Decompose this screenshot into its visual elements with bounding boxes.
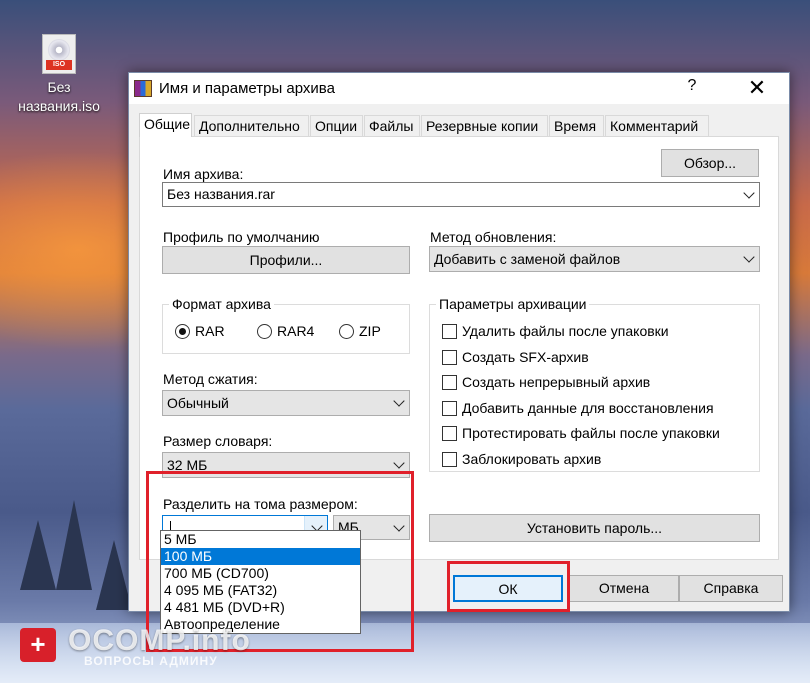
- checkbox-recovery-label[interactable]: Добавить данные для восстановления: [462, 400, 714, 416]
- radio-rar4-label[interactable]: RAR4: [277, 323, 314, 339]
- split-option[interactable]: 700 МБ (CD700): [161, 565, 360, 582]
- default-profile-label: Профиль по умолчанию: [163, 229, 320, 245]
- browse-button[interactable]: Обзор...: [661, 149, 759, 177]
- checkbox-recovery[interactable]: [442, 401, 457, 416]
- checkbox-lock-label[interactable]: Заблокировать архив: [462, 451, 601, 467]
- radio-zip-label[interactable]: ZIP: [359, 323, 381, 339]
- checkbox-solid-label[interactable]: Создать непрерывный архив: [462, 374, 650, 390]
- update-method-select[interactable]: Добавить с заменой файлов: [429, 246, 760, 272]
- archive-name-input[interactable]: Без названия.rar: [162, 182, 760, 207]
- iso-tag: ISO: [46, 60, 72, 70]
- profiles-button[interactable]: Профили...: [162, 246, 410, 274]
- checkbox-test-label[interactable]: Протестировать файлы после упаковки: [462, 425, 720, 441]
- archive-name-value: Без названия.rar: [167, 186, 275, 202]
- winrar-icon: [134, 80, 152, 97]
- iso-file-icon: ISO: [42, 34, 76, 74]
- tab-files[interactable]: Файлы: [364, 115, 420, 136]
- tree-silhouette: [20, 520, 56, 590]
- chevron-down-icon[interactable]: [393, 519, 405, 532]
- archiving-options-title: Параметры архивации: [436, 296, 590, 312]
- chevron-down-icon[interactable]: [393, 457, 405, 469]
- radio-zip[interactable]: [339, 324, 354, 339]
- desktop-icon-iso[interactable]: ISO Без названия.iso: [14, 34, 104, 116]
- split-option[interactable]: 4 481 МБ (DVD+R): [161, 599, 360, 616]
- window-title: Имя и параметры архива: [159, 80, 335, 97]
- dictionary-select[interactable]: 32 МБ: [162, 452, 410, 478]
- compression-label: Метод сжатия:: [163, 371, 258, 387]
- tab-general[interactable]: Общие: [139, 113, 192, 137]
- desktop-icon-label: Без названия.iso: [18, 79, 100, 114]
- checkbox-delete-files-label[interactable]: Удалить файлы после упаковки: [462, 323, 669, 339]
- chevron-down-icon[interactable]: [743, 186, 755, 199]
- split-option[interactable]: 4 095 МБ (FAT32): [161, 582, 360, 599]
- checkbox-sfx[interactable]: [442, 350, 457, 365]
- tree-silhouette: [96, 540, 132, 610]
- compression-value: Обычный: [167, 395, 229, 411]
- radio-rar4[interactable]: [257, 324, 272, 339]
- title-bar: Имя и параметры архива ? ✕: [129, 73, 789, 104]
- tab-time[interactable]: Время: [549, 115, 604, 136]
- archive-name-label: Имя архива:: [163, 166, 244, 182]
- checkbox-sfx-label[interactable]: Создать SFX-архив: [462, 349, 589, 365]
- ok-button[interactable]: ОК: [453, 575, 563, 602]
- split-option-selected[interactable]: 100 МБ: [161, 548, 360, 565]
- tab-options[interactable]: Опции: [310, 115, 363, 136]
- update-method-value: Добавить с заменой файлов: [434, 251, 621, 267]
- chevron-down-icon[interactable]: [393, 395, 405, 407]
- tab-advanced[interactable]: Дополнительно: [194, 115, 309, 136]
- compression-select[interactable]: Обычный: [162, 390, 410, 416]
- tab-backup[interactable]: Резервные копии: [421, 115, 548, 136]
- checkbox-delete-files[interactable]: [442, 324, 457, 339]
- set-password-button[interactable]: Установить пароль...: [429, 514, 760, 542]
- close-icon[interactable]: ✕: [729, 74, 785, 103]
- tree-silhouette: [56, 500, 92, 590]
- checkbox-lock[interactable]: [442, 452, 457, 467]
- disc-icon: [48, 39, 70, 61]
- watermark-site: OCOMP.info: [68, 624, 251, 657]
- archive-format-title: Формат архива: [169, 296, 274, 312]
- radio-rar-label[interactable]: RAR: [195, 323, 225, 339]
- update-method-label: Метод обновления:: [430, 229, 557, 245]
- radio-rar[interactable]: [175, 324, 190, 339]
- general-tab-panel: Имя архива: Обзор... Без названия.rar Пр…: [139, 136, 779, 560]
- watermark-subtitle: ВОПРОСЫ АДМИНУ: [84, 654, 218, 668]
- help-button[interactable]: Справка: [679, 575, 783, 602]
- split-volumes-label: Разделить на тома размером:: [163, 496, 358, 512]
- tab-comment[interactable]: Комментарий: [605, 115, 709, 136]
- dictionary-label: Размер словаря:: [163, 433, 273, 449]
- split-option[interactable]: 5 МБ: [161, 531, 360, 548]
- checkbox-test[interactable]: [442, 426, 457, 441]
- watermark-logo: +: [20, 628, 56, 662]
- archive-format-group: Формат архива RAR RAR4 ZIP: [162, 296, 410, 354]
- checkbox-solid[interactable]: [442, 375, 457, 390]
- chevron-down-icon[interactable]: [743, 251, 755, 263]
- split-size-dropdown: 5 МБ 100 МБ 700 МБ (CD700) 4 095 МБ (FAT…: [160, 530, 361, 634]
- dictionary-value: 32 МБ: [167, 457, 208, 473]
- archiving-options-group: Параметры архивации Удалить файлы после …: [429, 296, 760, 472]
- cancel-button[interactable]: Отмена: [569, 575, 679, 602]
- help-icon[interactable]: ?: [682, 77, 702, 95]
